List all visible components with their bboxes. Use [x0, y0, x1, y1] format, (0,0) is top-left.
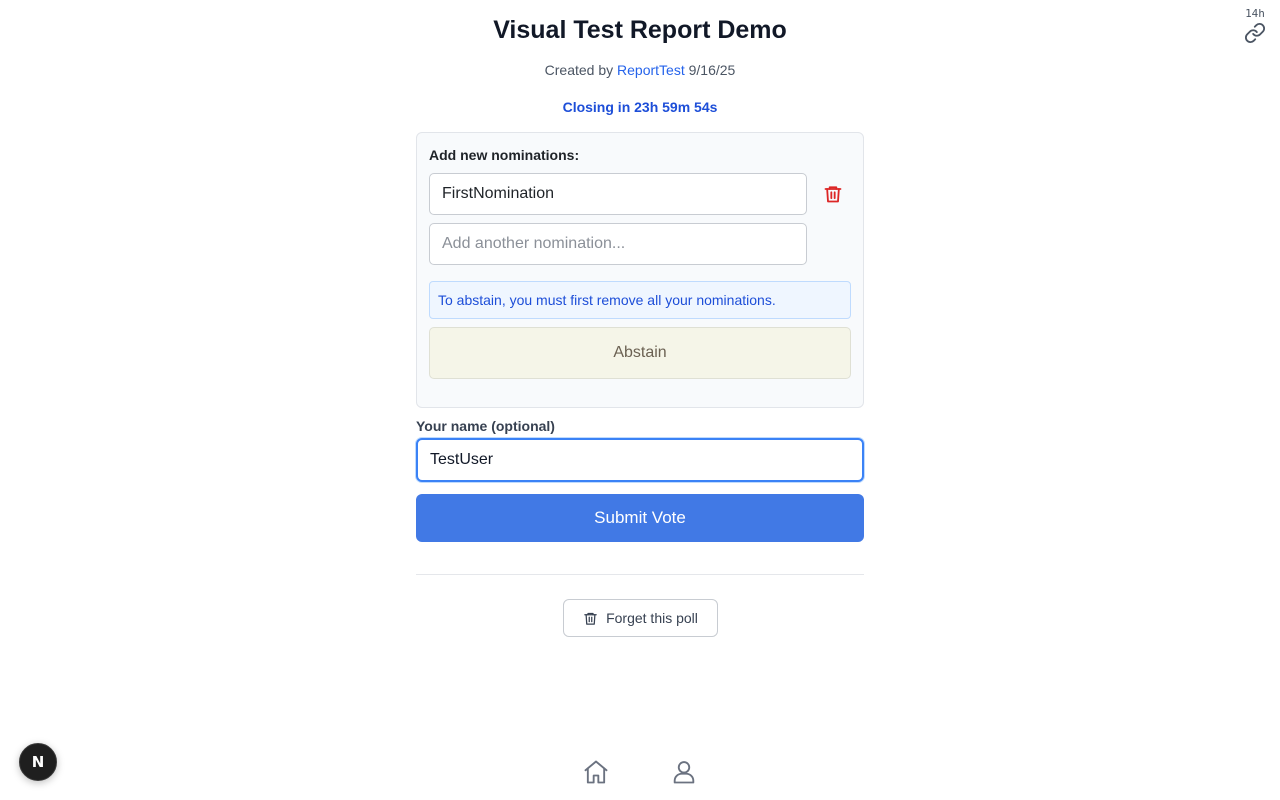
remove-nomination-button[interactable]: [821, 183, 845, 207]
dev-badge-letter: N: [31, 753, 45, 771]
voter-name-input[interactable]: [416, 438, 864, 482]
page-title: Visual Test Report Demo: [493, 16, 787, 44]
poll-meta: Created by ReportTest 9/16/25: [0, 62, 1280, 78]
abstain-button[interactable]: Abstain: [429, 327, 851, 379]
forget-poll-label: Forget this poll: [606, 610, 698, 626]
abstain-info-message: To abstain, you must first remove all yo…: [429, 281, 851, 319]
nominations-card: Add new nominations: To abstain, you mus…: [416, 132, 864, 408]
user-icon[interactable]: [670, 758, 698, 786]
forget-poll-button[interactable]: Forget this poll: [563, 599, 718, 637]
closing-countdown: Closing in 23h 59m 54s: [562, 99, 718, 115]
nomination-input-1[interactable]: [429, 173, 807, 215]
divider: [416, 574, 864, 575]
voter-name-label: Your name (optional): [416, 418, 555, 434]
trash-icon: [824, 185, 842, 202]
new-nomination-input[interactable]: [429, 223, 807, 265]
created-date: 9/16/25: [688, 62, 736, 78]
trash-icon: [584, 612, 597, 625]
dev-tools-badge[interactable]: N: [19, 743, 57, 781]
submit-vote-button[interactable]: Submit Vote: [416, 494, 864, 542]
bottom-nav: [580, 758, 700, 788]
home-icon[interactable]: [582, 758, 610, 786]
created-by-label: Created by: [544, 62, 614, 78]
nominations-heading: Add new nominations:: [429, 147, 580, 163]
creator-link[interactable]: ReportTest: [617, 62, 685, 78]
